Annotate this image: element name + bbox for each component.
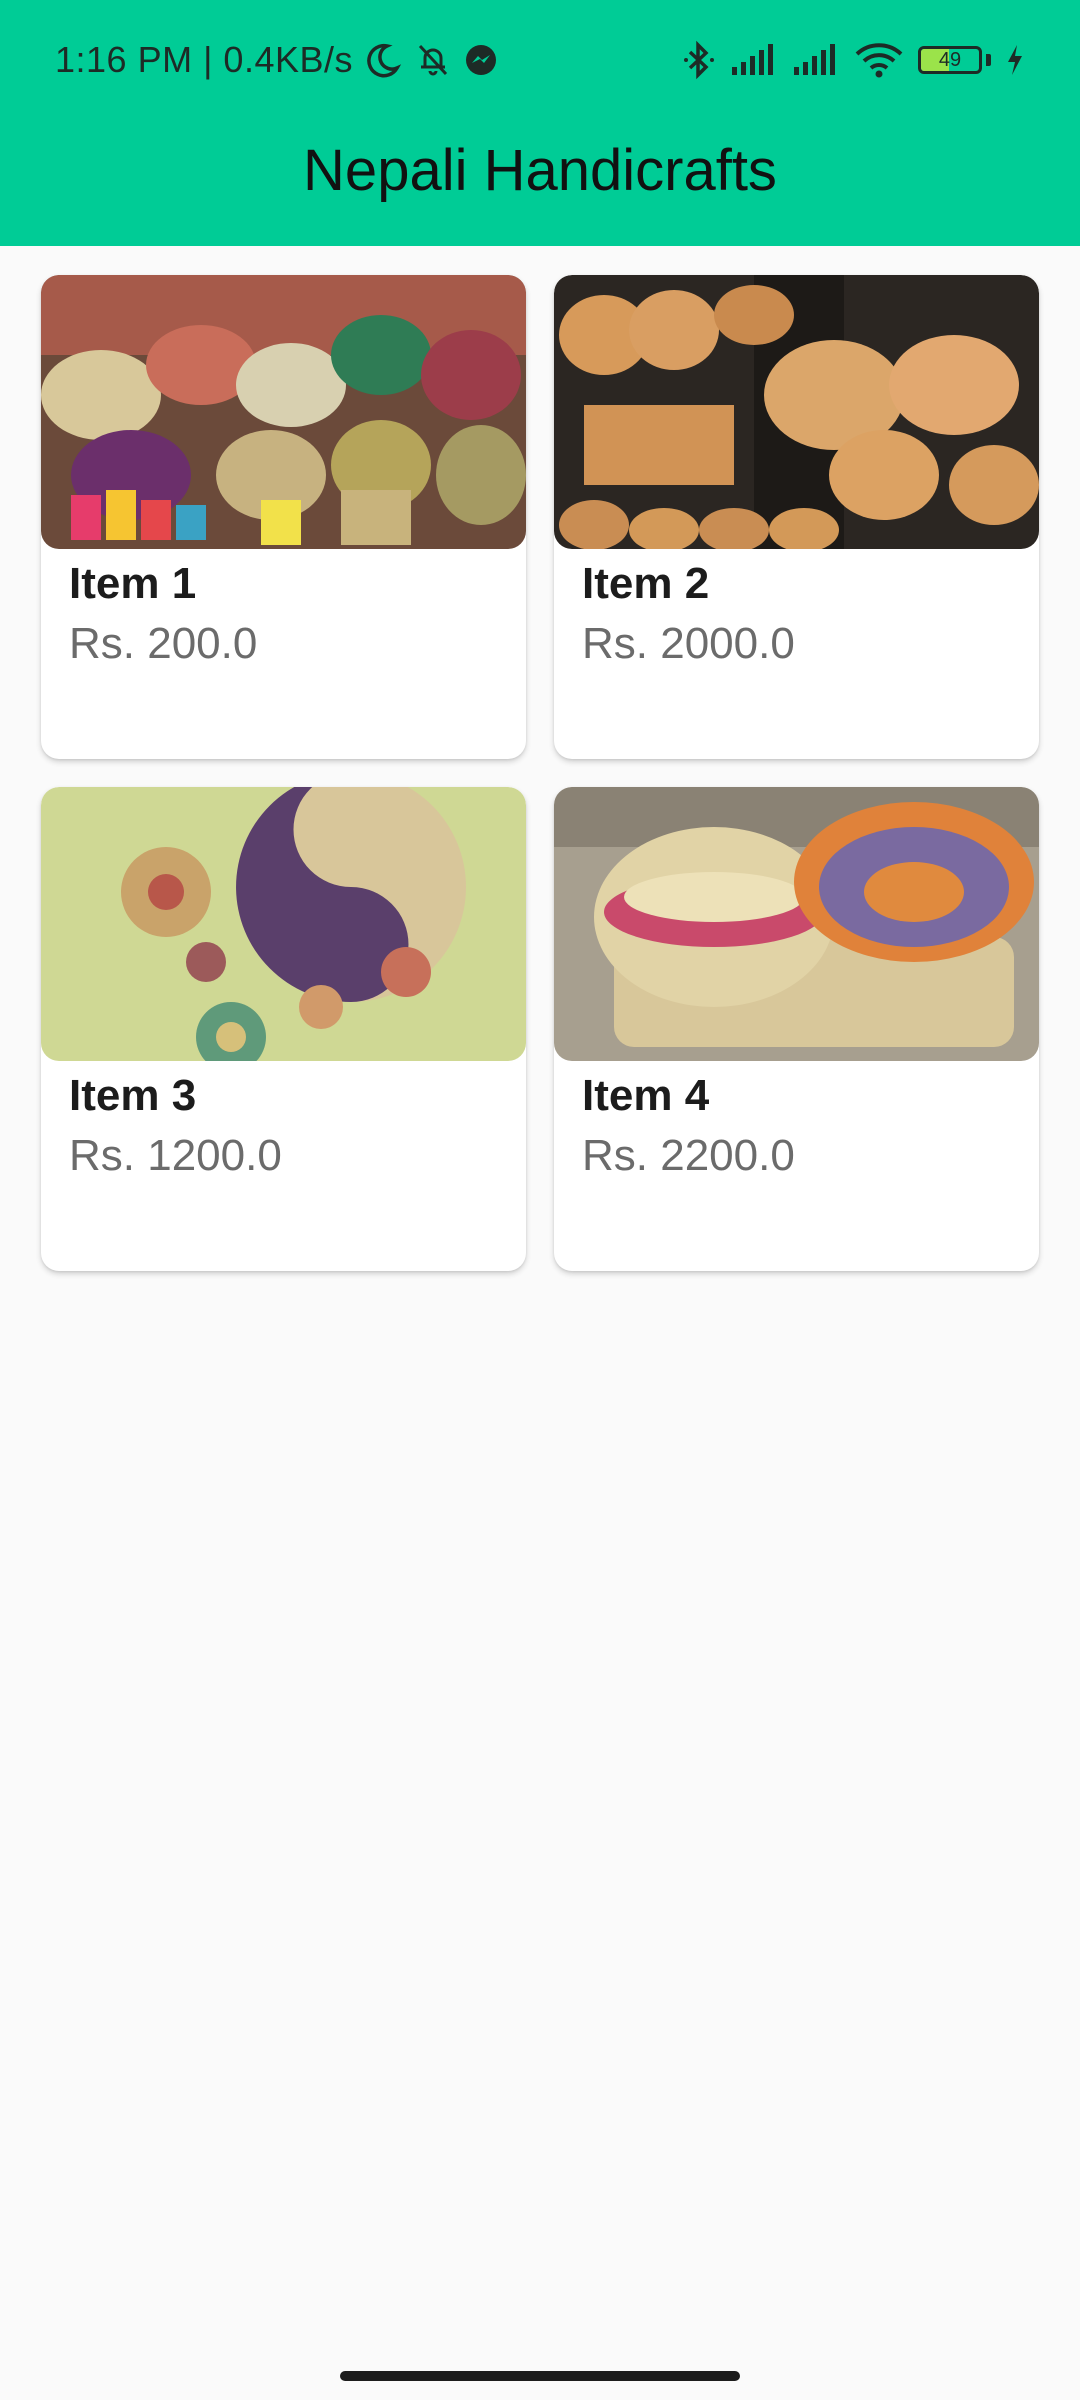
product-card[interactable]: Item 2 Rs. 2000.0 bbox=[554, 275, 1039, 759]
item-price: Rs. 2000.0 bbox=[582, 619, 795, 668]
item-price: Rs. 1200.0 bbox=[69, 1131, 282, 1180]
signal-icon bbox=[730, 43, 778, 77]
woven-baskets-photo bbox=[41, 275, 526, 549]
item-title: Item 3 bbox=[69, 1071, 197, 1120]
bell-off-icon bbox=[413, 40, 453, 80]
woven-bowls-photo bbox=[554, 787, 1039, 1061]
item-title: Item 1 bbox=[69, 559, 197, 608]
home-indicator[interactable] bbox=[340, 2371, 740, 2381]
moon-icon bbox=[363, 40, 403, 80]
product-card[interactable]: Item 1 Rs. 200.0 bbox=[41, 275, 526, 759]
wall-plates-photo bbox=[41, 787, 526, 1061]
charging-icon bbox=[1005, 43, 1025, 77]
straw-containers-photo bbox=[554, 275, 1039, 549]
product-grid: Item 1 Rs. 200.0 Item 2 Rs. 2000.0 Item … bbox=[41, 275, 1041, 1271]
wifi-icon bbox=[854, 41, 904, 79]
status-time: 1:16 PM | 0.4KB/s bbox=[55, 39, 353, 80]
messenger-icon bbox=[463, 42, 499, 78]
item-price: Rs. 2200.0 bbox=[582, 1131, 795, 1180]
app-bar: 1:16 PM | 0.4KB/s 49 Nepali Handicrafts bbox=[0, 0, 1080, 246]
bluetooth-icon bbox=[682, 40, 716, 80]
battery-level: 49 bbox=[938, 48, 962, 71]
item-price: Rs. 200.0 bbox=[69, 619, 258, 668]
item-title: Item 2 bbox=[582, 559, 710, 608]
product-card[interactable]: Item 3 Rs. 1200.0 bbox=[41, 787, 526, 1271]
signal-icon bbox=[792, 43, 840, 77]
page-title: Nepali Handicrafts bbox=[303, 137, 777, 203]
item-title: Item 4 bbox=[582, 1071, 710, 1120]
status-bar: 1:16 PM | 0.4KB/s 49 bbox=[0, 0, 1080, 120]
product-card[interactable]: Item 4 Rs. 2200.0 bbox=[554, 787, 1039, 1271]
battery-icon: 49 bbox=[918, 46, 982, 74]
